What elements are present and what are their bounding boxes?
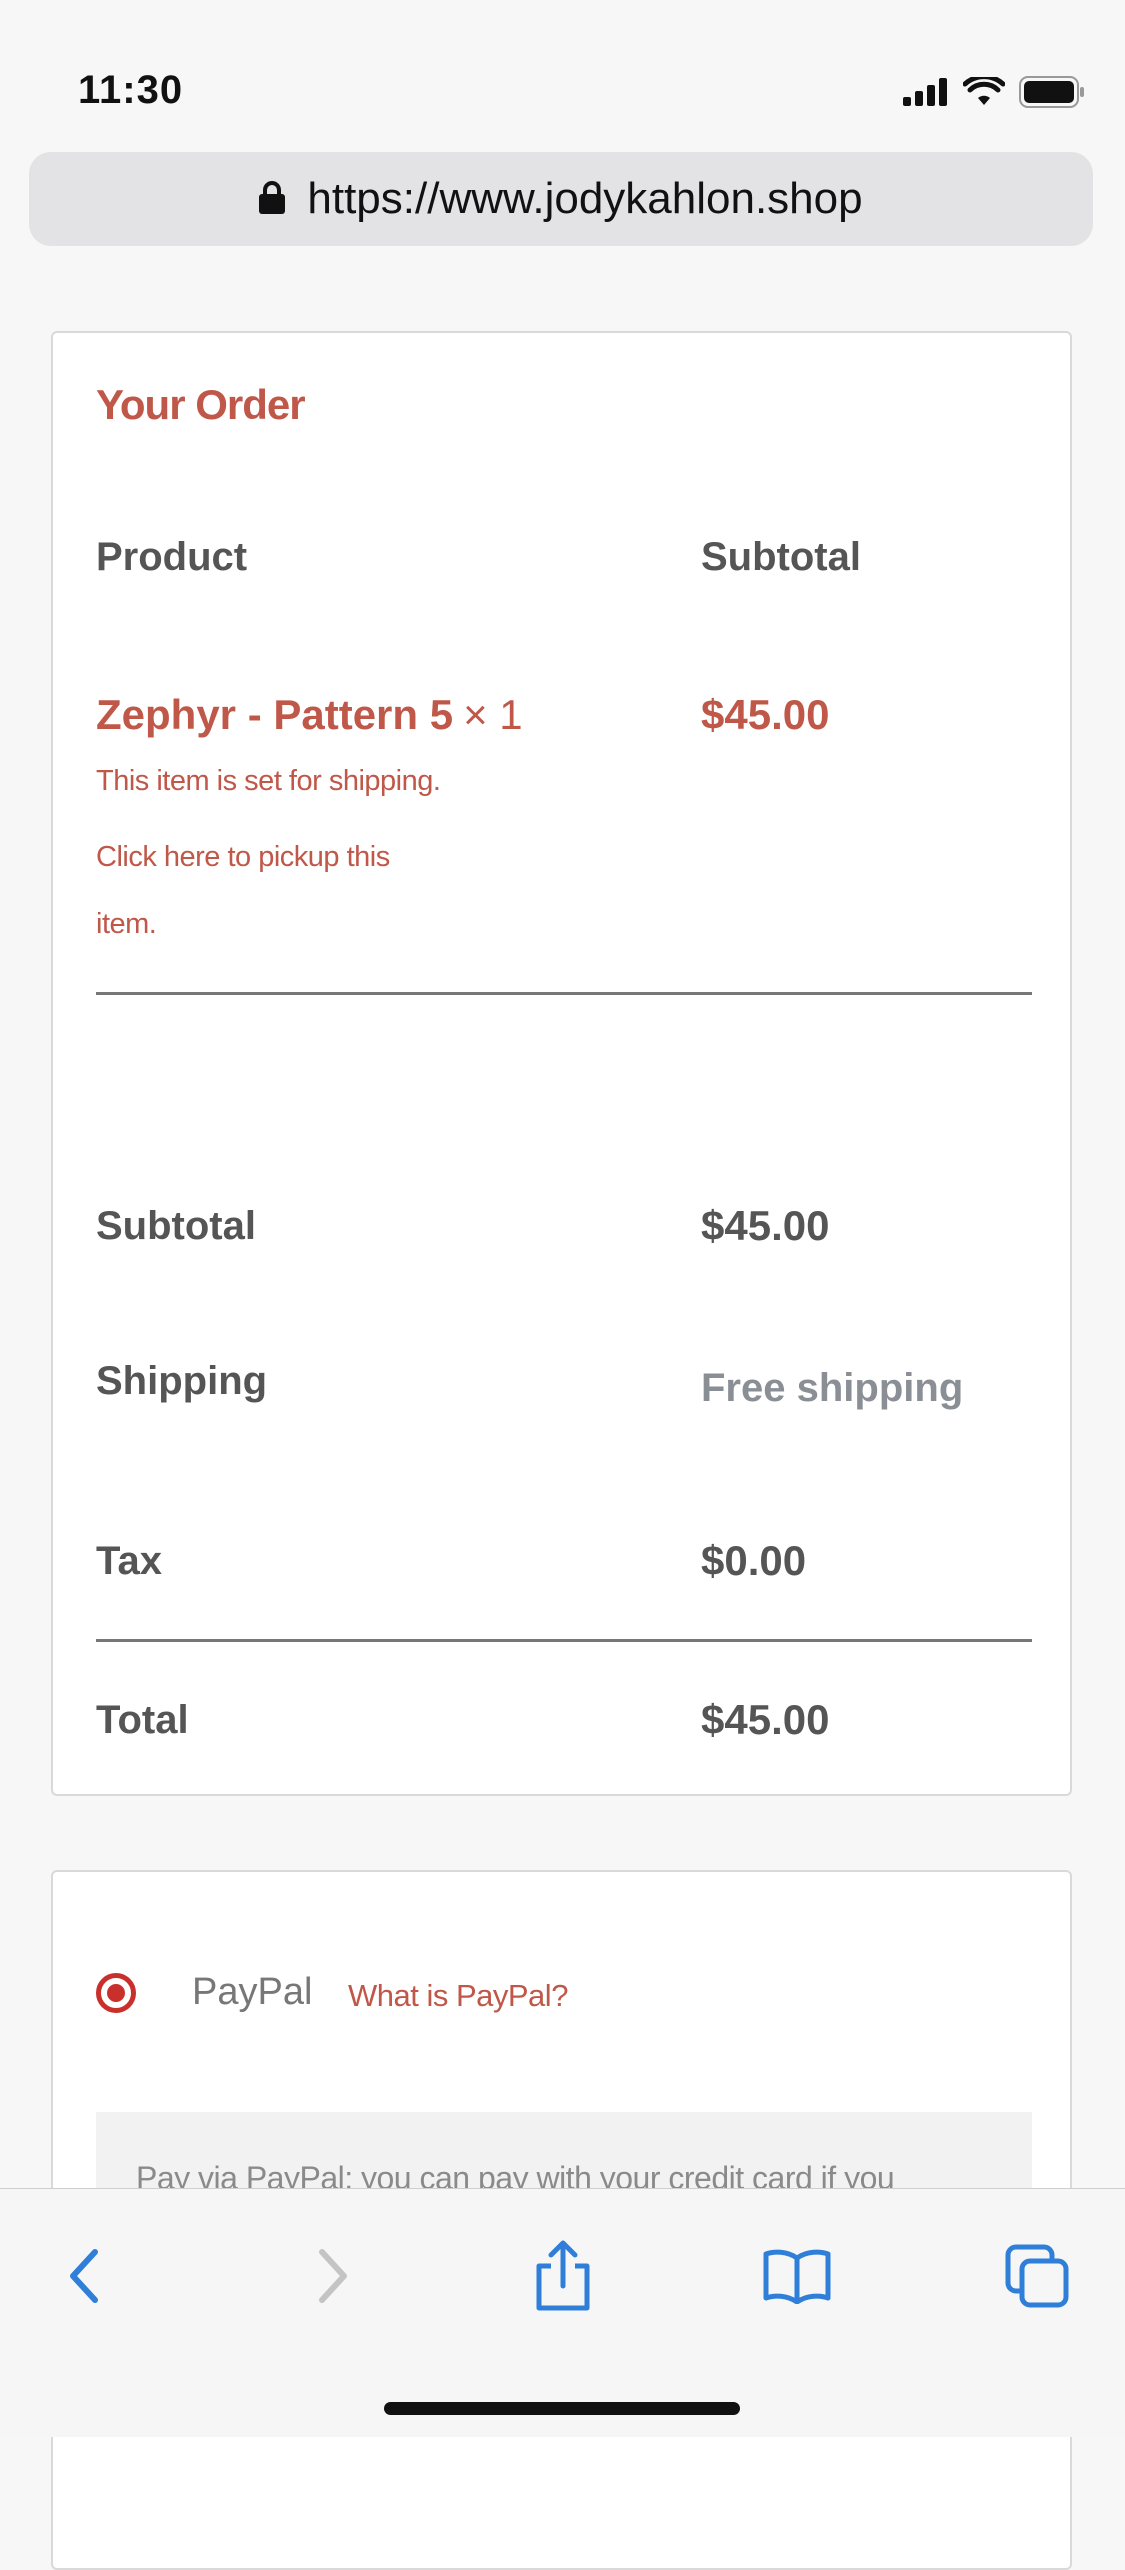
status-icons (903, 74, 1085, 113)
order-title: Your Order (96, 381, 306, 428)
status-time: 11:30 (78, 68, 184, 112)
back-button[interactable] (40, 2231, 130, 2321)
what-is-paypal-link[interactable]: What is PayPal? (348, 1978, 568, 2014)
product-column-header: Product (96, 535, 248, 579)
status-bar: 11:30 (0, 0, 1125, 140)
home-indicator (384, 2402, 740, 2415)
url-text: https://www.jodykahlon.shop (307, 174, 863, 223)
book-icon (763, 2249, 831, 2304)
forward-button[interactable] (287, 2231, 377, 2321)
chevron-left-icon (70, 2249, 98, 2303)
subtotal-column-header: Subtotal (701, 535, 861, 579)
radio-selected-dot (107, 1984, 125, 2002)
shipping-value: Free shipping (701, 1366, 964, 1410)
order-summary-card: Your Order Product Subtotal Zephyr - Pat… (51, 331, 1072, 1796)
item-divider (96, 992, 1032, 995)
shipping-note: This item is set for shipping. (96, 765, 441, 797)
pickup-link[interactable]: Click here to pickup this item. (96, 824, 456, 958)
shipping-label: Shipping (96, 1359, 268, 1403)
lock-icon (259, 180, 286, 219)
tabs-button[interactable] (992, 2231, 1082, 2321)
share-icon (536, 2240, 590, 2311)
cellular-signal-icon (903, 78, 949, 111)
product-price: $45.00 (701, 691, 830, 738)
share-button[interactable] (518, 2231, 608, 2321)
battery-icon (1019, 76, 1085, 113)
paypal-radio[interactable] (96, 1973, 136, 2013)
product-title: Zephyr - Pattern 5 (96, 691, 454, 738)
tabs-icon (1005, 2244, 1069, 2308)
subtotal-label: Subtotal (96, 1204, 256, 1248)
tax-value: $0.00 (701, 1537, 807, 1584)
browser-toolbar (0, 2188, 1125, 2437)
chevron-right-icon (319, 2249, 347, 2303)
tax-label: Tax (96, 1539, 162, 1583)
bookmarks-button[interactable] (752, 2231, 842, 2321)
address-bar[interactable]: https://www.jodykahlon.shop (29, 152, 1093, 246)
subtotal-value: $45.00 (701, 1202, 830, 1249)
product-name[interactable]: Zephyr - Pattern 5 × 1 (96, 691, 523, 739)
wifi-icon (962, 74, 1006, 112)
total-value: $45.00 (701, 1696, 830, 1743)
product-quantity: × 1 (463, 691, 523, 738)
total-divider (96, 1639, 1032, 1642)
total-label: Total (96, 1698, 189, 1742)
paypal-label[interactable]: PayPal (192, 1971, 312, 2014)
